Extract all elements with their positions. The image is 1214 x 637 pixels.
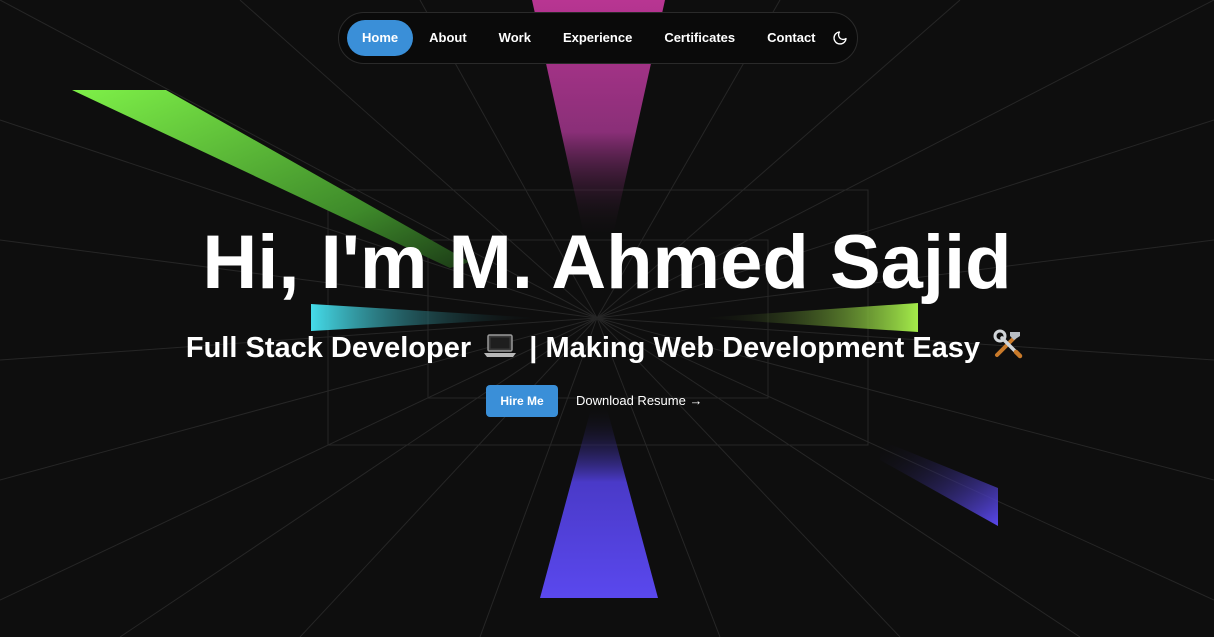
download-resume-link[interactable]: Download Resume →	[576, 385, 702, 417]
laptop-icon	[483, 330, 517, 370]
nav-item-work[interactable]: Work	[483, 20, 547, 56]
nav-item-contact[interactable]: Contact	[751, 20, 831, 56]
nav-item-home[interactable]: Home	[347, 20, 414, 56]
tools-icon	[992, 328, 1024, 371]
nav-item-experience[interactable]: Experience	[547, 20, 648, 56]
theme-toggle-button[interactable]	[832, 20, 849, 56]
subtitle-role: Full Stack Developer	[185, 332, 472, 365]
subtitle-tagline: | Making Web Development Easy	[529, 332, 981, 365]
hero-subtitle: Full Stack Developer | Making Web Develo…	[0, 328, 1214, 371]
page: Home About Work Experience Certificates …	[0, 0, 1214, 637]
hero-title: Hi, I'm M. Ahmed Sajid	[202, 220, 1012, 305]
main-navigation: Home About Work Experience Certificates …	[338, 12, 858, 64]
beam-cyan	[311, 304, 540, 331]
beam-purple-right	[880, 440, 998, 526]
hire-me-button[interactable]: Hire Me	[486, 385, 558, 417]
background-graphic	[0, 0, 1214, 637]
beam-purple-bottom	[540, 405, 658, 598]
nav-item-about[interactable]: About	[413, 20, 483, 56]
nav-item-certificates[interactable]: Certificates	[648, 20, 751, 56]
moon-icon	[833, 31, 847, 45]
